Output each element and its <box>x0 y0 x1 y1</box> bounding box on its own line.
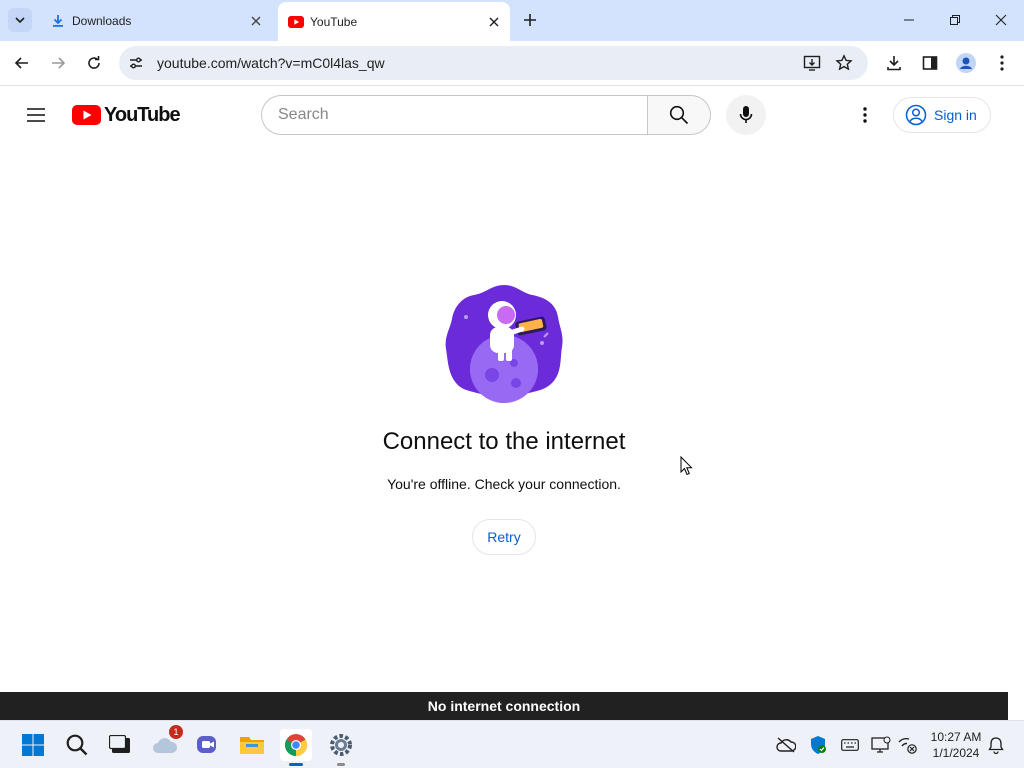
task-view-icon <box>109 735 130 753</box>
account-circle-icon <box>905 104 927 126</box>
settings-icon <box>330 734 352 756</box>
teams-button[interactable] <box>192 729 224 761</box>
offline-title: Connect to the internet <box>382 428 626 455</box>
arrow-right-icon <box>52 57 66 69</box>
site-info-icon[interactable] <box>127 54 145 72</box>
search-box <box>261 95 648 135</box>
astronaut-offline-illustration <box>445 285 563 403</box>
defender-shield-icon[interactable] <box>808 735 828 755</box>
notifications-bell-icon[interactable] <box>986 735 1006 755</box>
restore-button[interactable] <box>940 6 970 34</box>
search-icon <box>66 734 88 756</box>
search-button[interactable] <box>647 95 711 135</box>
profile-button[interactable] <box>954 51 978 75</box>
forward-button[interactable] <box>46 51 70 75</box>
youtube-logo-icon <box>72 105 101 125</box>
retry-button[interactable]: Retry <box>472 519 536 555</box>
close-tab-icon[interactable] <box>248 13 264 29</box>
running-indicator <box>337 763 345 766</box>
install-app-icon[interactable] <box>803 54 821 72</box>
tab-search-button[interactable] <box>8 8 32 32</box>
tab-title: Downloads <box>72 13 132 28</box>
network-disconnected-icon[interactable] <box>897 735 917 755</box>
url-text: youtube.com/watch?v=mC0l4las_qw <box>157 55 385 71</box>
task-view-button[interactable] <box>104 729 136 761</box>
download-icon <box>50 13 66 29</box>
tab-youtube[interactable]: YouTube <box>278 2 510 41</box>
offline-message: You're offline. Check your connection. <box>387 476 621 492</box>
address-bar[interactable]: youtube.com/watch?v=mC0l4las_qw <box>119 46 868 80</box>
youtube-wordmark: YouTube <box>104 103 181 126</box>
browser-toolbar: youtube.com/watch?v=mC0l4las_qw <box>0 41 1024 86</box>
file-explorer-button[interactable] <box>236 729 268 761</box>
file-explorer-icon <box>240 737 264 754</box>
voice-search-button[interactable] <box>726 95 766 135</box>
chrome-menu-button[interactable] <box>990 51 1014 75</box>
no-connection-banner: No internet connection <box>0 692 1008 720</box>
new-tab-button[interactable] <box>520 10 540 30</box>
minimize-icon <box>904 19 914 21</box>
chrome-icon <box>285 734 307 756</box>
settings-menu-button[interactable] <box>853 103 877 127</box>
more-vertical-icon <box>863 107 867 123</box>
back-button[interactable] <box>10 51 34 75</box>
download-icon <box>887 56 901 71</box>
side-panel-button[interactable] <box>918 51 942 75</box>
settings-taskbar-button[interactable] <box>325 729 357 766</box>
plus-icon <box>524 14 536 26</box>
tab-downloads[interactable]: Downloads <box>40 0 272 41</box>
bookmark-star-icon[interactable] <box>835 54 853 72</box>
sign-in-label: Sign in <box>934 107 977 123</box>
youtube-favicon <box>288 14 304 30</box>
keyboard-icon[interactable] <box>840 735 860 755</box>
guide-menu-button[interactable] <box>24 103 48 127</box>
close-window-button[interactable] <box>986 6 1016 34</box>
start-button[interactable] <box>17 729 49 761</box>
mouse-pointer-icon <box>680 456 693 476</box>
sign-in-button[interactable]: Sign in <box>893 97 991 133</box>
youtube-header: YouTube Sign in <box>0 86 1008 144</box>
chevron-down-icon <box>15 17 25 24</box>
close-icon <box>995 14 1007 26</box>
taskbar-search-button[interactable] <box>61 729 93 761</box>
notification-badge: 1 <box>169 725 183 739</box>
tab-title: YouTube <box>310 14 358 29</box>
reload-icon <box>88 56 100 69</box>
search-input[interactable] <box>278 96 638 134</box>
minimize-button[interactable] <box>894 6 924 34</box>
display-icon[interactable] <box>871 735 891 755</box>
reload-button[interactable] <box>82 51 106 75</box>
chrome-taskbar-button[interactable] <box>280 729 312 766</box>
clock-time: 10:27 AM <box>930 730 982 744</box>
running-indicator <box>289 763 303 766</box>
microphone-icon <box>739 106 753 123</box>
downloads-button[interactable] <box>882 51 906 75</box>
more-vertical-icon <box>1000 55 1004 71</box>
teams-icon <box>197 736 216 753</box>
onedrive-button[interactable]: 1 <box>149 725 183 761</box>
youtube-logo[interactable]: YouTube <box>72 103 181 126</box>
system-clock[interactable]: 10:27 AM 1/1/2024 <box>924 729 988 761</box>
close-tab-icon[interactable] <box>486 14 502 30</box>
profile-avatar-icon <box>956 53 976 73</box>
side-panel-icon <box>922 56 938 70</box>
arrow-left-icon <box>14 57 28 69</box>
clock-date: 1/1/2024 <box>932 746 980 760</box>
onedrive-offline-tray-icon[interactable] <box>776 735 796 755</box>
tab-strip: Downloads YouTube <box>0 0 1024 41</box>
hamburger-icon <box>27 108 45 122</box>
restore-icon <box>950 15 960 25</box>
search-icon <box>669 105 689 125</box>
windows-taskbar: 1 10:27 AM 1/1/2024 <box>0 720 1024 768</box>
start-icon <box>22 734 44 756</box>
